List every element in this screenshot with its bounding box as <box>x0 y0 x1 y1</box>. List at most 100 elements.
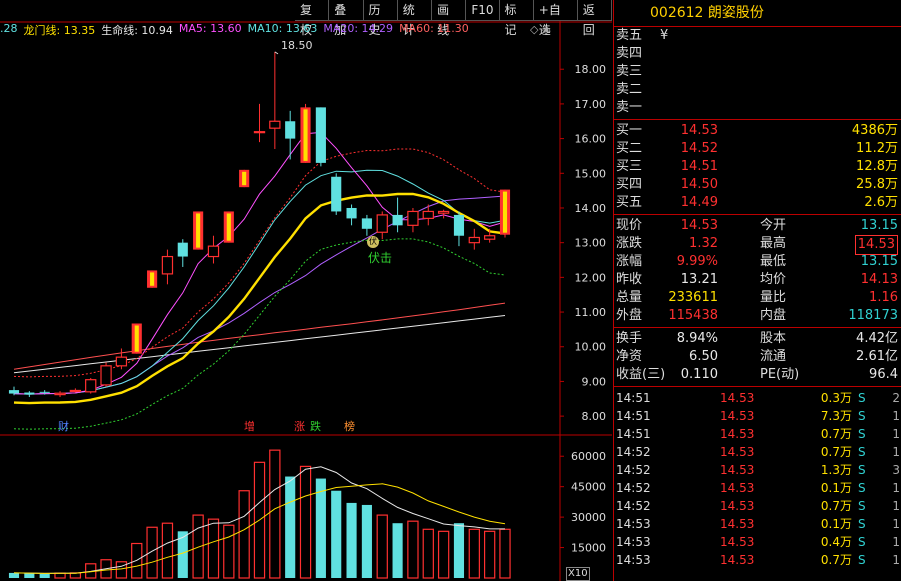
fund-label: PE(动) <box>760 367 800 382</box>
toolbar-button[interactable]: F10 <box>466 0 500 21</box>
volume-bar-down <box>453 523 465 578</box>
volume-bar-up <box>54 572 66 579</box>
volume-bar-up <box>407 520 419 579</box>
volume-bar-up <box>238 490 250 579</box>
stock-name: 朗姿股份 <box>707 5 764 21</box>
quote-row: 现价 14.53 今开 13.15 <box>614 217 901 235</box>
stat-label: 均价 <box>760 272 787 287</box>
kline-chart-svg[interactable]: 18.00 17.00 16.00 15.00 14.00 13.00 12.00 11.00… <box>0 0 612 581</box>
stat-value: 115438 <box>668 308 718 323</box>
toolbar-button[interactable]: 返回 <box>577 0 613 37</box>
tick-row[interactable]: 14:51 14.53 0.3万 S 2 <box>614 389 901 407</box>
quote-row: 涨幅 9.99% 最低 13.15 <box>614 253 901 271</box>
toolbar-button[interactable]: 画线 <box>432 0 467 37</box>
candle-body-up <box>161 255 174 275</box>
tick-v: 0.1万 <box>820 517 852 531</box>
tick-t: 14:51 <box>616 427 651 441</box>
tick-t: 14:52 <box>616 463 651 477</box>
toolbar-button[interactable]: 标记 <box>499 0 534 37</box>
tick-n: 1 <box>892 445 900 459</box>
price-axis-label: 15.00 <box>575 167 607 180</box>
tick-v: 0.1万 <box>820 481 852 495</box>
candle-body-down <box>24 392 35 395</box>
stat-label: 量比 <box>760 290 787 305</box>
dragon-line <box>13 192 506 405</box>
quote-row: 收益(三) 0.110 PE(动) 96.4 <box>614 366 901 384</box>
tick-row[interactable]: 14:53 14.53 0.4万 S 1 <box>614 533 901 551</box>
price-axis-label: 14.00 <box>575 202 607 215</box>
event-marker-inc[interactable]: 增 <box>244 418 255 434</box>
tick-t: 14:51 <box>616 391 651 405</box>
volume-bar-up <box>192 514 204 579</box>
upper-band-line <box>13 148 506 378</box>
fund-label: 收益(三) <box>616 367 666 382</box>
quote-row: 涨跌 1.32 最高 14.53 <box>614 235 901 255</box>
signal-badge: 伏 <box>367 236 379 248</box>
candle-body-up <box>407 210 419 226</box>
buy-level-label: 买三 <box>616 159 643 174</box>
buy-level-label: 买一 <box>616 123 643 138</box>
legend-toggle-icon[interactable]: ◇ ◈ <box>530 23 550 36</box>
tick-row[interactable]: 14:51 14.53 7.3万 S 1 <box>614 407 901 425</box>
volume-axis-label: 45000 <box>571 481 606 494</box>
tick-row[interactable]: 14:52 14.53 0.7万 S 1 <box>614 443 901 461</box>
fund-label: 净资 <box>616 349 643 364</box>
tick-p: 14.53 <box>720 445 755 459</box>
fund-value: 6.50 <box>689 349 718 364</box>
price-axis-label: 10.00 <box>575 341 607 354</box>
legend-item: MA10: 13.63 <box>247 22 318 35</box>
volume-bar-up <box>422 528 434 579</box>
tick-v: 0.7万 <box>820 499 852 513</box>
tick-list[interactable]: 14:51 14.53 0.3万 S 2 14:51 14.53 7.3万 S 1 14:51 14.… <box>614 389 901 569</box>
toolbar-button[interactable]: 统计 <box>397 0 433 37</box>
candle-body-down <box>177 242 188 257</box>
buy-level-volume: 11.2万 <box>856 141 898 156</box>
toolbar-button[interactable]: +自选 <box>533 0 578 37</box>
toolbar-button[interactable]: 历史 <box>363 0 398 37</box>
tick-t: 14:51 <box>616 409 651 423</box>
legend-item: MA5: 13.60 <box>178 22 242 35</box>
toolbar-button[interactable]: 叠加 <box>329 0 364 37</box>
volume-bar-up <box>223 524 235 579</box>
volume-bar-down <box>39 573 50 578</box>
toolbar-button[interactable]: 复权 <box>295 0 330 37</box>
event-marker-rank[interactable]: 榜 <box>344 418 355 434</box>
quote-panel: 002612 朗姿股份 卖五 ¥ 卖四 卖三 卖二 卖一 买一 14.53 4386万 买二 14… <box>613 0 901 581</box>
quote-row: 买四 14.50 25.8万 <box>614 176 901 194</box>
price-axis-label: 12.00 <box>575 271 607 284</box>
candle-body-up <box>376 214 388 233</box>
ma5-line <box>13 131 506 395</box>
chart-toolbar: 复权 叠加 历史 统计 画线 F10 标记 +自选 返回 <box>295 0 613 37</box>
volume-bar-down <box>24 573 35 578</box>
buy-level-label: 买四 <box>616 177 643 192</box>
candle-body-limit-up-inner <box>226 213 231 241</box>
tick-row[interactable]: 14:52 14.53 1.3万 S 3 <box>614 461 901 479</box>
event-marker-down[interactable]: 跌 <box>310 418 321 434</box>
candle-body-down <box>39 391 50 393</box>
fund-label: 流通 <box>760 349 787 364</box>
tick-row[interactable]: 14:52 14.53 0.1万 S 1 <box>614 479 901 497</box>
stat-value: 1.16 <box>869 290 898 305</box>
kline-chart-area[interactable]: 18.00 17.00 16.00 15.00 14.00 13.00 12.00 11.00… <box>0 0 613 581</box>
event-marker-fin[interactable]: 财 <box>58 418 69 434</box>
price-axis-label: 9.00 <box>582 375 607 388</box>
stat-label: 最低 <box>760 254 787 269</box>
volume-bar-up <box>115 561 128 579</box>
stat-label: 外盘 <box>616 308 643 323</box>
buy-level-price: 14.52 <box>680 141 718 156</box>
tick-row[interactable]: 14:52 14.53 0.7万 S 1 <box>614 497 901 515</box>
fund-label: 换手 <box>616 331 643 346</box>
tick-row[interactable]: 14:53 14.53 0.1万 S 1 <box>614 515 901 533</box>
tick-n: 2 <box>892 391 900 405</box>
tick-n: 1 <box>892 517 900 531</box>
tick-t: 14:53 <box>616 535 651 549</box>
stat-value: 14.13 <box>860 272 898 287</box>
sell-level-label: 卖三 <box>616 64 643 79</box>
legend-prefix: .28 <box>0 22 18 35</box>
price-axis-label: 16.00 <box>575 133 607 146</box>
ma60-line <box>13 302 506 370</box>
tick-row[interactable]: 14:53 14.53 0.7万 S 1 <box>614 551 901 569</box>
tick-s: S <box>858 463 866 477</box>
event-marker-up[interactable]: 涨 <box>294 418 305 434</box>
tick-row[interactable]: 14:51 14.53 0.7万 S 1 <box>614 425 901 443</box>
